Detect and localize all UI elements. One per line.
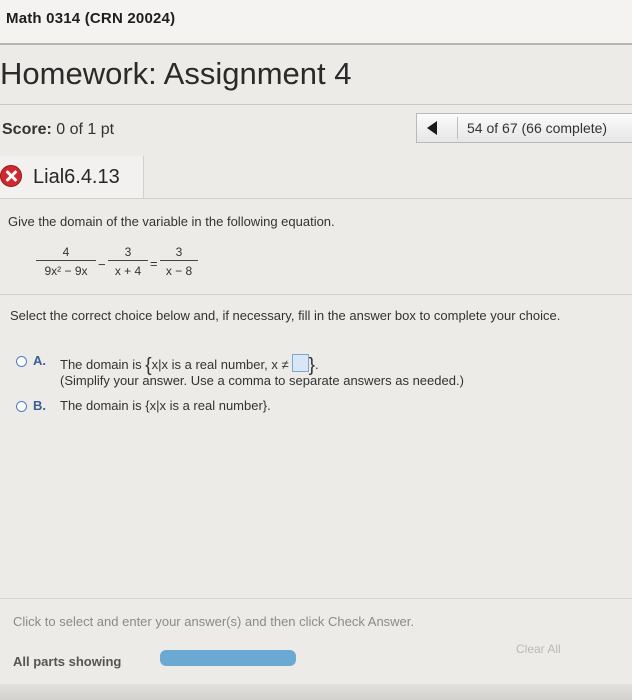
course-divider xyxy=(0,43,632,45)
choice-a-prefix: The domain is xyxy=(60,357,146,372)
parts-showing-label: All parts showing xyxy=(13,654,122,669)
incorrect-x-icon xyxy=(0,165,22,187)
fraction-bar xyxy=(160,260,198,261)
choice-b-letter: B. xyxy=(33,398,46,413)
fraction-numerator: 3 xyxy=(124,245,132,259)
choice-a-radio[interactable] xyxy=(16,356,27,367)
parts-progress-bar xyxy=(160,650,296,666)
bottom-edge xyxy=(0,684,632,700)
question-id: Lial6.4.13 xyxy=(33,166,120,188)
minus-operator: − xyxy=(98,257,106,272)
fraction-bar xyxy=(108,260,148,261)
navigator-divider xyxy=(457,117,458,139)
fraction-denominator: x + 4 xyxy=(114,264,142,278)
equation-divider xyxy=(0,294,632,295)
fraction-denominator: x − 8 xyxy=(165,264,193,278)
footer-divider xyxy=(0,598,632,599)
course-title: Math 0314 (CRN 20024) xyxy=(6,10,176,27)
fraction-term-3: 3 x − 8 xyxy=(160,244,198,279)
course-header: Math 0314 (CRN 20024) xyxy=(0,0,632,44)
homework-title: Homework: Assignment 4 xyxy=(0,56,352,91)
fraction-numerator: 4 xyxy=(62,245,70,259)
choice-a-text[interactable]: The domain is {x|x is a real number, x ≠… xyxy=(60,353,319,376)
question-divider xyxy=(0,198,632,199)
choice-b-radio[interactable] xyxy=(16,401,27,412)
choice-b-text[interactable]: The domain is {x|x is a real number}. xyxy=(60,398,271,413)
choice-a-letter: A. xyxy=(33,353,46,368)
choice-a-set-text: x|x is a real number, x ≠ xyxy=(151,357,289,372)
clear-all-button[interactable]: Clear All xyxy=(516,642,561,656)
footer-hint: Click to select and enter your answer(s)… xyxy=(13,614,415,629)
score-label: Score: xyxy=(2,121,52,138)
question-position: 54 of 67 (66 complete) xyxy=(467,120,608,136)
question-prompt: Give the domain of the variable in the f… xyxy=(8,214,335,229)
title-divider xyxy=(0,104,632,105)
fraction-bar xyxy=(36,260,96,261)
choice-a-suffix: . xyxy=(314,357,319,372)
score-value: 0 of 1 pt xyxy=(56,121,115,138)
question-tab[interactable]: Lial6.4.13 xyxy=(0,156,144,198)
fraction-term-1: 4 9x² − 9x xyxy=(36,244,96,279)
choice-a-hint: (Simplify your answer. Use a comma to se… xyxy=(60,373,464,388)
fraction-term-2: 3 x + 4 xyxy=(108,244,148,279)
domain-answer-input[interactable] xyxy=(291,354,309,372)
triangle-left-icon[interactable] xyxy=(427,121,437,135)
fraction-numerator: 3 xyxy=(175,245,183,259)
question-navigator: 54 of 67 (66 complete) xyxy=(416,113,632,143)
score: Score: 0 of 1 pt xyxy=(2,121,114,139)
fraction-denominator: 9x² − 9x xyxy=(44,264,88,278)
parts-progress-fill xyxy=(160,650,296,666)
choice-instruction: Select the correct choice below and, if … xyxy=(10,308,561,323)
equals-operator: = xyxy=(150,256,158,271)
